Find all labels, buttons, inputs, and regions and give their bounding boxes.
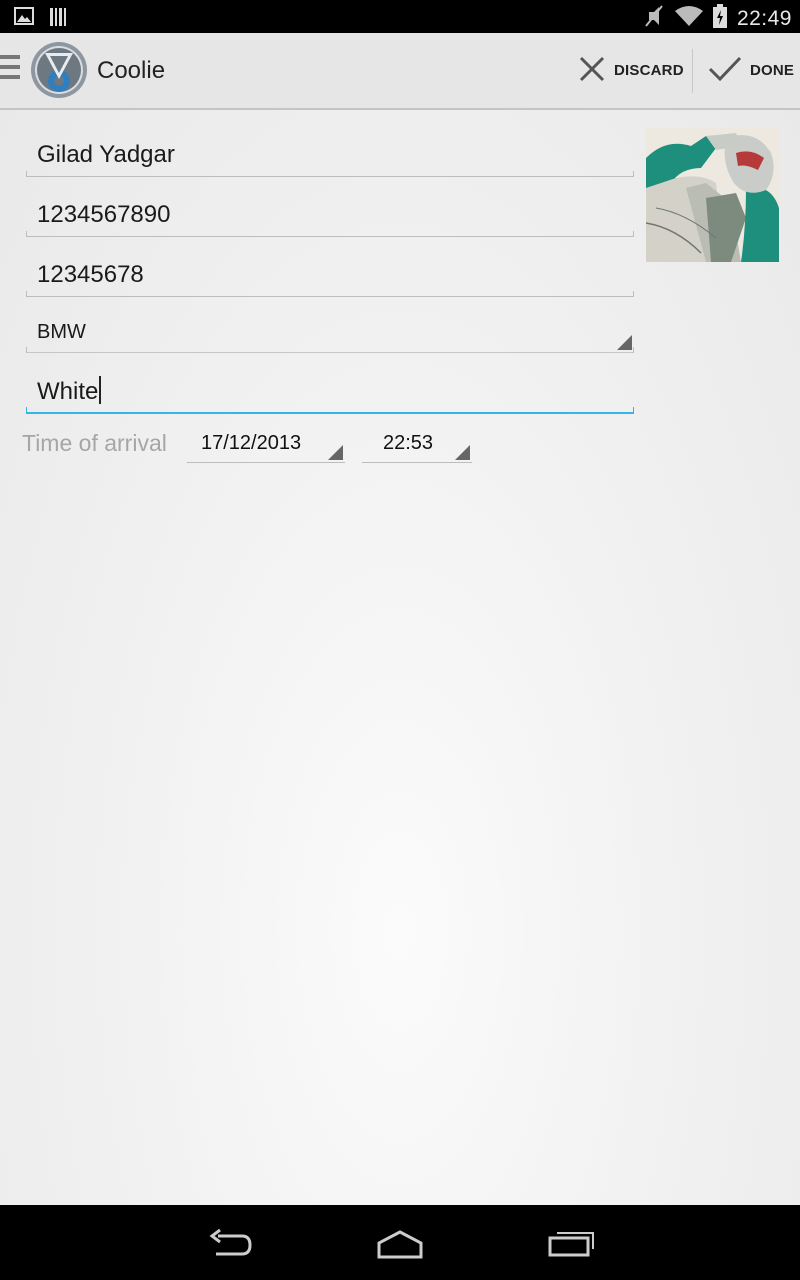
navigation-bar	[0, 1205, 800, 1280]
status-bar: 22:49	[0, 0, 800, 33]
car-color-value: White	[37, 378, 99, 405]
dropdown-arrow-icon	[455, 445, 470, 460]
action-bar: Coolie DISCARD DONE	[0, 33, 800, 110]
status-time: 22:49	[736, 6, 792, 30]
discard-button[interactable]: DISCARD	[578, 33, 684, 108]
done-button[interactable]: DONE	[708, 33, 794, 108]
form-content: Gilad Yadgar 1234567890 12345678 BMW Whi…	[0, 110, 800, 1205]
arrival-time-value: 22:53	[383, 432, 434, 454]
arrival-date-spinner[interactable]: 17/12/2013	[187, 426, 345, 463]
wifi-icon	[674, 5, 703, 32]
name-value: Gilad Yadgar	[37, 141, 175, 168]
mute-icon	[643, 4, 665, 33]
car-make-value: BMW	[37, 321, 86, 343]
app-logo-icon[interactable]	[30, 41, 88, 104]
barcode-icon	[48, 7, 68, 32]
back-icon[interactable]	[206, 1223, 254, 1268]
done-label: DONE	[750, 62, 795, 79]
menu-icon[interactable]	[0, 55, 20, 85]
dropdown-arrow-icon	[328, 445, 343, 460]
phone-field[interactable]: 1234567890	[26, 195, 634, 237]
text-cursor	[99, 376, 102, 404]
id-number-value: 12345678	[37, 261, 144, 288]
name-field[interactable]: Gilad Yadgar	[26, 135, 634, 177]
time-of-arrival-label: Time of arrival	[22, 430, 167, 456]
recent-apps-icon[interactable]	[547, 1223, 597, 1268]
gallery-icon	[14, 7, 34, 32]
id-number-field[interactable]: 12345678	[26, 255, 634, 297]
car-make-spinner[interactable]: BMW	[26, 315, 634, 353]
home-icon[interactable]	[375, 1223, 425, 1268]
action-divider	[692, 49, 693, 93]
arrival-date-value: 17/12/2013	[201, 432, 302, 454]
discard-label: DISCARD	[614, 62, 684, 79]
arrival-time-spinner[interactable]: 22:53	[362, 426, 472, 463]
car-color-field[interactable]: White	[26, 370, 634, 414]
battery-charging-icon	[712, 4, 727, 33]
phone-value: 1234567890	[37, 201, 171, 228]
check-icon	[708, 55, 742, 87]
close-icon	[578, 55, 606, 87]
app-title: Coolie	[97, 57, 166, 84]
dropdown-arrow-icon	[617, 335, 632, 350]
profile-photo[interactable]	[645, 128, 779, 262]
